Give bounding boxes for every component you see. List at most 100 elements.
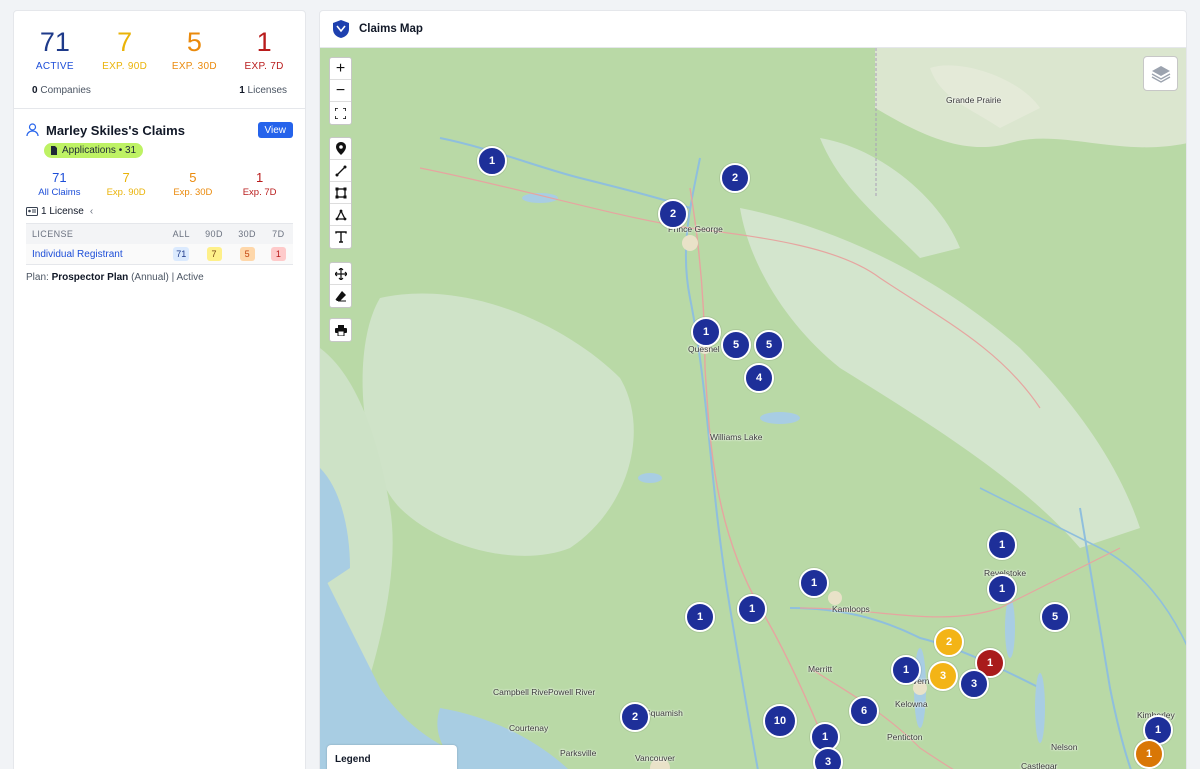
- claims-title-text: Marley Skiles's Claims: [46, 122, 185, 138]
- zoom-controls: + −: [329, 57, 352, 125]
- user-claims-section: Marley Skiles's Claims View Applications…: [14, 109, 305, 283]
- cluster-marker[interactable]: 10: [763, 704, 797, 738]
- map-pin-icon: [335, 142, 346, 155]
- draw-rectangle-button[interactable]: [330, 182, 351, 204]
- claims-stat-30d[interactable]: 5 Exp. 30D: [160, 170, 226, 198]
- cluster-marker[interactable]: 1: [737, 594, 767, 624]
- claims-stat-30d-value: 5: [189, 170, 197, 185]
- license-7d-count: 1: [270, 247, 286, 261]
- cluster-marker[interactable]: 1: [987, 574, 1017, 604]
- stat-exp-7d-label: EXP. 7D: [244, 61, 284, 72]
- stat-exp-30d[interactable]: 5 EXP. 30D: [161, 25, 227, 72]
- place-label: Courtenay: [509, 723, 549, 733]
- cluster-marker-exp-90d[interactable]: 2: [934, 627, 964, 657]
- counts-row: 0 Companies 1 Licenses: [14, 72, 305, 109]
- shield-logo-icon: [333, 20, 349, 38]
- companies-count: 0 Companies: [32, 85, 91, 96]
- plan-info: Plan: Prospector Plan (Annual) | Active: [26, 272, 293, 283]
- stat-exp-90d-label: EXP. 90D: [102, 61, 148, 72]
- cluster-marker[interactable]: 2: [720, 163, 750, 193]
- stat-active[interactable]: 71 ACTIVE: [22, 25, 88, 72]
- stat-exp-90d[interactable]: 7 EXP. 90D: [92, 25, 158, 72]
- place-label: Castlegar: [1021, 761, 1058, 769]
- claims-stat-7d-label: Exp. 7D: [242, 187, 277, 198]
- cluster-marker[interactable]: 4: [744, 363, 774, 393]
- zoom-out-button[interactable]: −: [330, 80, 351, 102]
- cluster-marker[interactable]: 6: [849, 696, 879, 726]
- print-button[interactable]: [330, 319, 351, 341]
- map-canvas[interactable]: Grande Prairie Prince George Quesnel Wil…: [320, 48, 1186, 769]
- cluster-marker[interactable]: 1: [799, 568, 829, 598]
- layers-button[interactable]: [1143, 56, 1178, 91]
- license-name-link[interactable]: Individual Registrant: [26, 244, 166, 265]
- place-label: Kelowna: [895, 699, 928, 709]
- cluster-marker-exp-90d[interactable]: 3: [928, 661, 958, 691]
- erase-button[interactable]: [330, 285, 351, 307]
- edit-toolbar: [329, 262, 352, 308]
- fullscreen-icon: [335, 107, 346, 119]
- license-toggle[interactable]: 1 License ‹: [26, 206, 293, 217]
- license-90d-count: 7: [206, 247, 222, 261]
- license-table: LICENSE ALL 90D 30D 7D Individual Regist…: [26, 223, 293, 265]
- place-label: Vancouver: [635, 753, 676, 763]
- draw-marker-button[interactable]: [330, 138, 351, 160]
- licenses-count-value: 1: [239, 85, 245, 96]
- claims-stat-90d-label: Exp. 90D: [106, 187, 146, 198]
- printer-icon: [334, 324, 347, 336]
- claims-stat-all[interactable]: 71 All Claims: [26, 170, 92, 198]
- companies-count-label: Companies: [40, 85, 91, 96]
- cluster-marker[interactable]: 3: [959, 669, 989, 699]
- id-card-icon: [26, 207, 38, 216]
- cluster-marker-exp-30d[interactable]: 1: [1134, 739, 1164, 769]
- claims-header: Marley Skiles's Claims View: [26, 122, 293, 138]
- cluster-marker[interactable]: 2: [658, 199, 688, 229]
- 7d-col-header: 7D: [263, 223, 293, 244]
- license-toggle-label: 1 License: [41, 206, 84, 217]
- license-col-header: LICENSE: [26, 223, 166, 244]
- plan-term: (Annual): [131, 272, 169, 283]
- cluster-marker[interactable]: 5: [721, 330, 751, 360]
- stat-exp-7d[interactable]: 1 EXP. 7D: [231, 25, 297, 72]
- view-button[interactable]: View: [257, 122, 293, 138]
- draw-polygon-button[interactable]: [330, 204, 351, 226]
- license-all-count: 71: [173, 247, 190, 261]
- zoom-in-button[interactable]: +: [330, 58, 351, 80]
- user-icon: [26, 123, 39, 137]
- claims-stat-7d-value: 1: [256, 170, 264, 185]
- cluster-marker[interactable]: 5: [1040, 602, 1070, 632]
- stat-exp-30d-value: 5: [186, 27, 202, 57]
- license-30d-count: 5: [239, 247, 255, 261]
- claims-stat-all-label: All Claims: [38, 187, 81, 198]
- fullscreen-button[interactable]: [330, 102, 351, 124]
- plan-separator: |: [171, 272, 175, 283]
- claims-stat-7d[interactable]: 1 Exp. 7D: [227, 170, 293, 198]
- claims-title: Marley Skiles's Claims: [26, 123, 185, 138]
- cluster-marker[interactable]: 1: [685, 602, 715, 632]
- draw-text-button[interactable]: [330, 226, 351, 248]
- cluster-marker[interactable]: 2: [620, 702, 650, 732]
- stat-exp-90d-value: 7: [117, 27, 133, 57]
- move-button[interactable]: [330, 263, 351, 285]
- chevron-left-icon: ‹: [89, 206, 94, 217]
- cluster-marker[interactable]: 5: [754, 330, 784, 360]
- place-label: Merritt: [808, 664, 833, 674]
- stat-active-value: 71: [39, 27, 70, 57]
- cluster-marker[interactable]: 1: [891, 655, 921, 685]
- cluster-marker[interactable]: 1: [691, 317, 721, 347]
- stat-exp-30d-label: EXP. 30D: [171, 61, 217, 72]
- 30d-col-header: 30D: [230, 223, 264, 244]
- cluster-marker[interactable]: 3: [813, 747, 843, 769]
- stat-active-label: ACTIVE: [35, 61, 74, 72]
- eraser-icon: [335, 291, 346, 302]
- plan-prefix: Plan:: [26, 272, 49, 283]
- cluster-marker[interactable]: 1: [987, 530, 1017, 560]
- applications-badge[interactable]: Applications • 31: [44, 143, 144, 158]
- place-label: Parksville: [560, 748, 597, 758]
- text-icon: [334, 231, 347, 243]
- claims-stat-90d[interactable]: 7 Exp. 90D: [93, 170, 159, 198]
- map-legend[interactable]: Legend: [327, 745, 457, 769]
- map-title: Claims Map: [359, 23, 423, 35]
- draw-line-button[interactable]: [330, 160, 351, 182]
- cluster-marker[interactable]: 1: [477, 146, 507, 176]
- claims-stats: 71 All Claims 7 Exp. 90D 5 Exp. 30D 1 Ex…: [26, 170, 293, 198]
